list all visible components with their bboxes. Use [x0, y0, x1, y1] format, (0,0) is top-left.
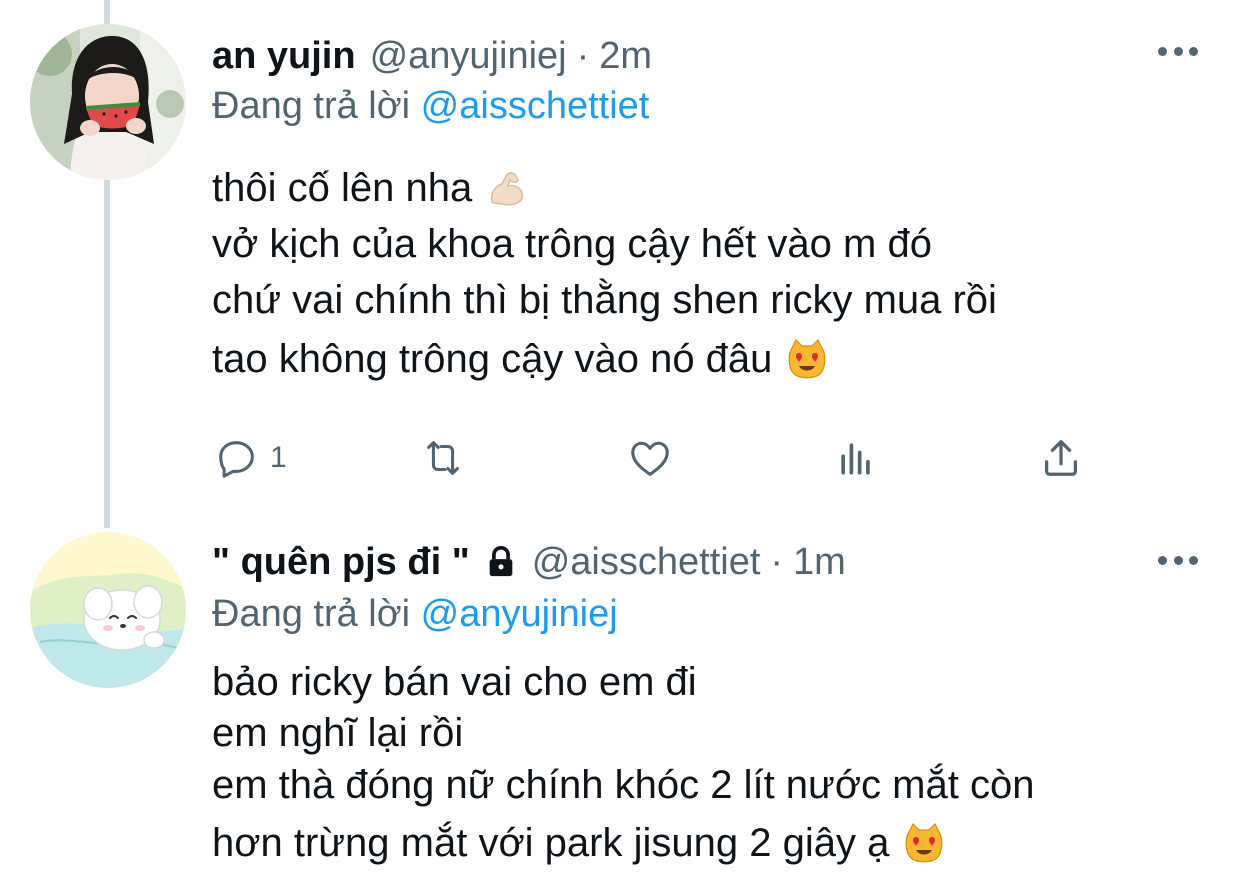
display-name[interactable]: " quên pjs đi "	[212, 540, 470, 584]
reply-icon	[219, 441, 254, 478]
tweet-text-line-content: em nghĩ lại rồi	[212, 710, 464, 755]
tweet-actions-bar: 1	[212, 430, 1092, 486]
mention-link[interactable]: @anyujiniej	[421, 593, 618, 635]
analytics-icon	[841, 443, 870, 475]
tweet-text-line-content: chứ vai chính thì bị thằng shen ricky mu…	[212, 277, 997, 322]
retweet-button[interactable]	[418, 430, 468, 486]
more-icon	[1158, 555, 1167, 565]
tweet-text-line-content: bảo ricky bán vai cho em đi	[212, 659, 697, 704]
avatar[interactable]	[30, 532, 186, 688]
replying-to-label: Đang trả lời	[212, 85, 421, 127]
tweet-reply[interactable]: an yujin @anyujiniej · 2m Đang trả lời @…	[0, 0, 1242, 510]
tweet-reply[interactable]: " quên pjs đi " @aisschettiet · 1m Đang …	[0, 510, 1242, 893]
tweet-text: bảo ricky bán vai cho em đi em nghĩ lại …	[212, 656, 1034, 874]
more-icon-dot	[1189, 46, 1198, 56]
tweet-text-line: thôi cố lên nha	[212, 160, 997, 216]
timestamp[interactable]: 2m	[599, 34, 652, 78]
mention-link[interactable]: @aisschettiet	[421, 85, 650, 127]
tweet-text-line-content: hơn trừng mắt với park jisung 2 giây ạ	[212, 820, 890, 865]
flexed-biceps-emoji	[486, 168, 528, 208]
tweet-text-line-content: thôi cố lên nha	[212, 165, 473, 210]
separator-dot: ·	[576, 35, 590, 77]
tweet-text-line-content: tao không trông cậy vào nó đâu	[212, 336, 773, 381]
more-options-button[interactable]	[1158, 550, 1198, 570]
replying-to-line: Đang trả lời @anyujiniej	[212, 592, 618, 636]
reply-count: 1	[270, 441, 287, 474]
analytics-button[interactable]	[834, 430, 878, 486]
heart-eyes-cat-emoji	[903, 822, 945, 864]
tweet-text-line: tao không trông cậy vào nó đâu	[212, 328, 997, 390]
more-icon-dot	[1189, 555, 1198, 565]
tweet-text-line: em thà đóng nữ chính khóc 2 lít nước mắt…	[212, 758, 1034, 812]
tweet-text-line: em nghĩ lại rồi	[212, 708, 1034, 758]
user-handle[interactable]: @aisschettiet	[532, 540, 761, 584]
tweet-text-line: hơn trừng mắt với park jisung 2 giây ạ	[212, 812, 1034, 874]
display-name[interactable]: an yujin	[212, 34, 356, 78]
share-icon	[1044, 440, 1078, 476]
tweet-header: " quên pjs đi " @aisschettiet · 1m	[212, 540, 846, 584]
heart-eyes-cat-emoji	[786, 338, 828, 380]
more-icon-dot	[1173, 46, 1183, 56]
more-icon	[1158, 46, 1167, 56]
avatar[interactable]	[30, 24, 186, 180]
share-button[interactable]	[1038, 430, 1084, 486]
avatar-photo-girl-watermelon	[30, 24, 186, 180]
tweet-text-line: bảo ricky bán vai cho em đi	[212, 656, 1034, 708]
tweet-text-line-content: vở kịch của khoa trông cậy hết vào m đó	[212, 221, 932, 266]
lock-icon	[484, 543, 518, 581]
more-icon-dot	[1173, 555, 1183, 565]
reply-button[interactable]: 1	[214, 430, 287, 486]
tweet-text-line: chứ vai chính thì bị thằng shen ricky mu…	[212, 272, 997, 328]
retweet-icon	[427, 441, 459, 475]
tweet-text-line: vở kịch của khoa trông cậy hết vào m đó	[212, 216, 997, 272]
avatar-cartoon-sleeping-puppy	[30, 532, 186, 688]
user-handle[interactable]: @anyujiniej	[370, 34, 567, 78]
tweet-text: thôi cố lên nha vở kịch của khoa trông c…	[212, 160, 997, 390]
replying-to-label: Đang trả lời	[212, 593, 421, 635]
separator-dot: ·	[770, 541, 784, 583]
more-options-button[interactable]	[1158, 41, 1198, 61]
tweet-text-line-content: em thà đóng nữ chính khóc 2 lít nước mắt…	[212, 762, 1035, 807]
timestamp[interactable]: 1m	[793, 540, 846, 584]
like-button[interactable]	[626, 430, 674, 486]
tweet-header: an yujin @anyujiniej · 2m	[212, 34, 652, 78]
like-icon	[631, 441, 669, 476]
replying-to-line: Đang trả lời @aisschettiet	[212, 84, 649, 128]
